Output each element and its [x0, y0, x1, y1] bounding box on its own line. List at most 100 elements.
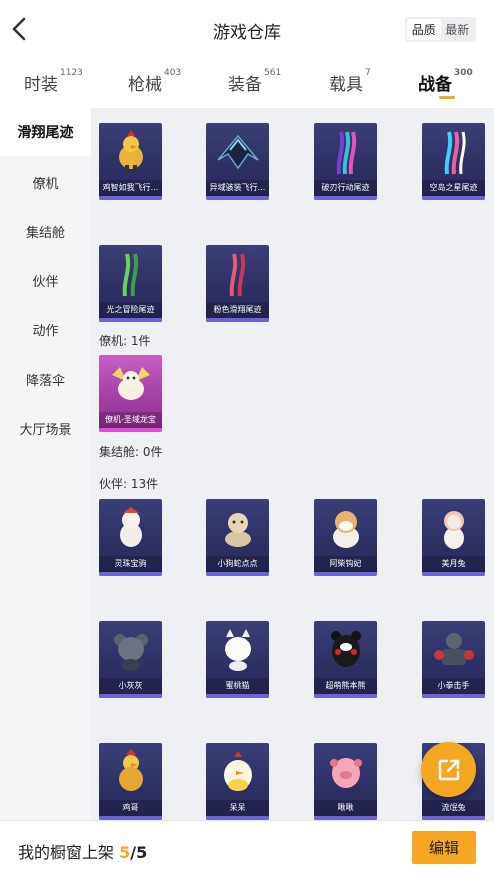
sidebar: 滑翔尾迹 僚机 集结舱 伙伴 动作 降落伞 大厅场景 [0, 108, 91, 820]
tab-count: 7 [365, 68, 371, 78]
tab-weapons[interactable]: 枪械403 [128, 68, 182, 95]
rarity-bar [99, 428, 162, 432]
item-name: 灵珠宝驹 [99, 556, 162, 572]
item-card[interactable]: 灵珠宝驹 [99, 499, 162, 576]
item-name: 粉色滑翔尾迹 [206, 302, 269, 318]
item-card[interactable]: 啾啾 [314, 743, 377, 820]
sidebar-item-emotes[interactable]: 动作 [0, 305, 91, 353]
sidebar-item-wingman[interactable]: 僚机 [0, 158, 91, 206]
kumamon-companion-art [314, 621, 377, 678]
rarity-bar [99, 572, 162, 576]
bunny-companion-art [422, 499, 485, 556]
item-name: 小灰灰 [99, 678, 162, 694]
sidebar-item-glide-trails[interactable]: 滑翔尾迹 [0, 108, 91, 156]
item-card[interactable]: 僚机-圣域龙宝 [99, 355, 162, 432]
tab-vehicles[interactable]: 载具7 [329, 68, 371, 95]
grey-koala-companion-art [99, 621, 162, 678]
shiba-companion-art [314, 499, 377, 556]
item-card[interactable]: 破刃行动尾迹 [314, 123, 377, 200]
rarity-bar [206, 196, 269, 200]
item-name: 空岛之星尾迹 [422, 180, 485, 196]
showcase-count: 5 [119, 843, 131, 862]
item-card[interactable]: 美月兔 [422, 499, 485, 576]
sidebar-item-companions[interactable]: 伙伴 [0, 256, 91, 304]
tab-count: 1123 [60, 68, 83, 78]
share-button[interactable] [421, 742, 476, 797]
item-card[interactable]: 呆呆 [206, 743, 269, 820]
item-card[interactable]: 异域骇装飞行... [206, 123, 269, 200]
rarity-bar [422, 196, 485, 200]
item-name: 啾啾 [314, 800, 377, 816]
sidebar-item-pod[interactable]: 集结舱 [0, 207, 91, 255]
pink-trail-art [206, 245, 269, 302]
item-card[interactable]: 空岛之星尾迹 [422, 123, 485, 200]
chick-companion-art [206, 743, 269, 800]
edit-button[interactable]: 编辑 [412, 831, 476, 864]
item-name: 阿柴钩妃 [314, 556, 377, 572]
item-card[interactable]: 鸡智如我飞行... [99, 123, 162, 200]
rooster-companion-art [99, 743, 162, 800]
item-card[interactable]: 阿柴钩妃 [314, 499, 377, 576]
section-header-companions: 伙伴: 13件 [99, 477, 159, 491]
showcase-bar: 我的橱窗上架 5/5 编辑 [0, 820, 494, 875]
item-card[interactable]: 鸡哥 [99, 743, 162, 820]
rarity-bar [314, 572, 377, 576]
pony-companion-art [99, 499, 162, 556]
tab-count: 561 [264, 68, 282, 78]
alien-trail-art [206, 123, 269, 180]
showcase-label: 我的橱窗上架 [18, 843, 115, 862]
section-header-wingman: 僚机: 1件 [99, 334, 151, 348]
rarity-bar [422, 572, 485, 576]
showcase-total: /5 [130, 843, 148, 862]
rarity-bar [99, 196, 162, 200]
item-card[interactable]: 蜜桃猫 [206, 621, 269, 698]
rarity-bar [314, 694, 377, 698]
tab-count: 403 [164, 68, 182, 78]
item-name: 超萌熊本熊 [314, 678, 377, 694]
tab-label: 装备 [228, 75, 262, 95]
section-header-pod: 集结舱: 0件 [99, 445, 163, 459]
green-trail-art [99, 245, 162, 302]
snake-dog-companion-art [206, 499, 269, 556]
sort-toggle[interactable]: 品质 最新 [405, 17, 476, 42]
item-name: 美月兔 [422, 556, 485, 572]
tab-fashion[interactable]: 时装1123 [24, 68, 83, 95]
item-name: 呆呆 [206, 800, 269, 816]
item-name: 鸡智如我飞行... [99, 180, 162, 196]
boxer-companion-art [422, 621, 485, 678]
tab-battle-prep[interactable]: 战备300 [418, 68, 473, 99]
dragon-wingman-art [99, 355, 162, 412]
item-card[interactable]: 粉色滑翔尾迹 [206, 245, 269, 322]
showcase-status: 我的橱窗上架 5/5 [18, 839, 147, 863]
rarity-bar [99, 318, 162, 322]
chicken-trail-art [99, 123, 162, 180]
tab-label: 时装 [24, 75, 58, 95]
item-name: 蜜桃猫 [206, 678, 269, 694]
share-external-icon [438, 759, 459, 780]
item-card[interactable]: 超萌熊本熊 [314, 621, 377, 698]
rarity-bar [314, 196, 377, 200]
rarity-bar [206, 572, 269, 576]
item-card[interactable]: 小灰灰 [99, 621, 162, 698]
item-name: 光之冒险尾迹 [99, 302, 162, 318]
active-tab-indicator [439, 96, 455, 99]
item-card[interactable]: 小拳击手 [422, 621, 485, 698]
item-card[interactable]: 小狗蛇点点 [206, 499, 269, 576]
tab-count: 300 [454, 68, 473, 78]
sidebar-item-lobby-scenes[interactable]: 大厅场景 [0, 404, 91, 452]
pink-pig-companion-art [314, 743, 377, 800]
item-name: 流氓兔 [422, 800, 485, 816]
category-tabs: 时装1123 枪械403 装备561 载具7 战备300 [0, 60, 494, 106]
item-name: 僚机-圣域龙宝 [99, 412, 162, 428]
tab-label: 战备 [418, 75, 452, 95]
item-card[interactable]: 光之冒险尾迹 [99, 245, 162, 322]
sort-quality-option[interactable]: 品质 [407, 19, 441, 40]
item-name: 异域骇装飞行... [206, 180, 269, 196]
tab-equipment[interactable]: 装备561 [228, 68, 282, 95]
sidebar-item-parachutes[interactable]: 降落伞 [0, 355, 91, 403]
rarity-bar [206, 694, 269, 698]
item-name: 鸡哥 [99, 800, 162, 816]
sort-newest-option[interactable]: 最新 [441, 19, 475, 40]
item-name: 小拳击手 [422, 678, 485, 694]
tab-label: 枪械 [128, 75, 162, 95]
